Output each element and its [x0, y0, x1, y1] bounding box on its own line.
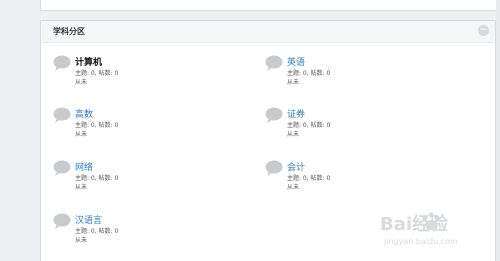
watermark-url: jingyan.baidu.com: [384, 237, 458, 246]
speech-bubble-icon: [53, 213, 71, 229]
speech-bubble-icon: [53, 107, 71, 123]
forum-name[interactable]: 计算机: [75, 55, 102, 68]
forum-item: 高数 主题: 0, 帖数: 0 从未: [53, 105, 233, 145]
paw-icon: [422, 212, 440, 230]
speech-bubble-icon: [265, 55, 283, 71]
forum-item: 证券 主题: 0, 帖数: 0 从未: [265, 105, 445, 145]
forum-item: 英语 主题: 0, 帖数: 0 从未: [265, 53, 445, 93]
forum-name[interactable]: 英语: [287, 55, 305, 68]
forum-last-post: 从未: [287, 184, 300, 191]
forum-stats: 主题: 0, 帖数: 0: [75, 228, 119, 235]
baidu-jingyan-watermark: Bai经验 jingyan.baidu.com: [380, 205, 500, 255]
forum-stats: 主题: 0, 帖数: 0: [287, 122, 331, 129]
forum-last-post: 从未: [75, 184, 88, 191]
forum-last-post: 从未: [287, 79, 300, 86]
speech-bubble-icon: [53, 55, 71, 71]
forum-stats: 主题: 0, 帖数: 0: [287, 70, 331, 77]
speech-bubble-icon: [265, 107, 283, 123]
forum-item: 计算机 主题: 0, 帖数: 0 从未: [53, 53, 233, 93]
collapse-icon[interactable]: −: [478, 25, 489, 36]
speech-bubble-icon: [265, 160, 283, 176]
forum-name[interactable]: 证券: [287, 107, 305, 120]
forum-last-post: 从未: [287, 131, 300, 138]
forum-stats: 主题: 0, 帖数: 0: [75, 70, 119, 77]
forum-item: 汉语言 主题: 0, 帖数: 0 从未: [53, 211, 233, 251]
forum-item: 会计 主题: 0, 帖数: 0 从未: [265, 158, 445, 198]
panel-title: 学科分区: [53, 27, 85, 36]
panel-header: 学科分区 −: [41, 21, 495, 43]
forum-name[interactable]: 高数: [75, 107, 93, 120]
forum-stats: 主题: 0, 帖数: 0: [75, 122, 119, 129]
forum-stats: 主题: 0, 帖数: 0: [287, 175, 331, 182]
forum-last-post: 从未: [75, 79, 88, 86]
forum-last-post: 从未: [75, 237, 88, 244]
forum-name[interactable]: 网络: [75, 160, 93, 173]
forum-name[interactable]: 会计: [287, 160, 305, 173]
forum-name[interactable]: 汉语言: [75, 213, 102, 226]
forum-item: 网络 主题: 0, 帖数: 0 从未: [53, 158, 233, 198]
forum-stats: 主题: 0, 帖数: 0: [75, 175, 119, 182]
previous-panel: [40, 0, 498, 11]
forum-last-post: 从未: [75, 131, 88, 138]
speech-bubble-icon: [53, 160, 71, 176]
